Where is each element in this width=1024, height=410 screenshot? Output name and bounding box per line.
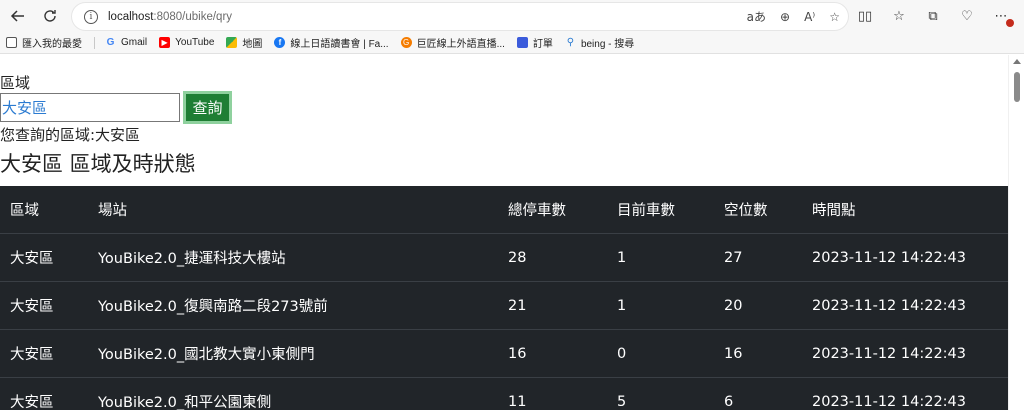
header-station: 場站 (98, 203, 127, 219)
search-icon: ⚲ (566, 37, 575, 48)
cell-total-spaces: 28 (508, 249, 527, 266)
cell-total-spaces: 16 (508, 345, 527, 362)
favorites-icon[interactable]: ☆ (890, 7, 908, 25)
browser-toolbar: i localhost:8080/ubike/qry aあ ⊕ A⁾ ☆ ▯▯ … (0, 0, 1024, 32)
area-label: 區域 (0, 74, 31, 92)
cell-empty-spaces: 27 (724, 249, 743, 266)
cell-timestamp: 2023-11-12 14:22:43 (812, 297, 966, 314)
page-heading: 大安區 區域及時狀態 (0, 152, 196, 176)
cell-station: YouBike2.0_復興南路二段273號前 (98, 299, 328, 315)
cell-timestamp: 2023-11-12 14:22:43 (812, 393, 966, 410)
refresh-button[interactable] (34, 0, 66, 32)
back-button[interactable] (2, 0, 34, 32)
area-input[interactable] (0, 93, 180, 122)
bookmark-language-course[interactable]: G 巨匠線上外語直播... (400, 35, 505, 50)
scroll-up-arrow-icon[interactable] (1013, 59, 1021, 64)
google-icon: G (106, 37, 115, 48)
address-bar[interactable]: i localhost:8080/ubike/qry aあ ⊕ A⁾ ☆ (72, 3, 848, 30)
page-content: 區域 查詢 您查詢的區域:大安區 大安區 區域及時狀態 區域 場站 總停車數 目… (0, 55, 1008, 410)
cell-total-spaces: 21 (508, 297, 527, 314)
split-screen-icon[interactable]: ▯▯ (856, 7, 874, 25)
header-timestamp: 時間點 (812, 203, 856, 219)
query-button[interactable]: 查詢 (183, 91, 232, 124)
bookmark-import-favorites[interactable]: 匯入我的最愛 (6, 35, 82, 50)
bookmark-gmail[interactable]: G Gmail (105, 37, 148, 48)
zoom-icon[interactable]: ⊕ (780, 10, 790, 24)
cell-total-spaces: 11 (508, 393, 527, 410)
cell-current-bikes: 1 (617, 297, 627, 314)
bookmark-maps[interactable]: 地圖 (226, 35, 262, 50)
header-district: 區域 (10, 203, 39, 219)
cell-empty-spaces: 16 (724, 345, 743, 362)
settings-more-icon[interactable]: ⋯ (992, 7, 1014, 27)
header-current-bikes: 目前車數 (617, 203, 675, 219)
cell-empty-spaces: 6 (724, 393, 734, 410)
bookmark-facebook[interactable]: f 線上日語讀書會 | Fa... (274, 35, 389, 50)
back-arrow-icon (10, 10, 24, 22)
cell-station: YouBike2.0_和平公園東側 (98, 395, 272, 410)
browser-essentials-icon[interactable]: ♡ (958, 7, 976, 25)
cell-timestamp: 2023-11-12 14:22:43 (812, 345, 966, 362)
header-total-spaces: 總停車數 (508, 203, 566, 219)
table-row: 大安區 YouBike2.0_捷運科技大樓站 28 1 27 2023-11-1… (0, 234, 1008, 282)
bookmark-orders[interactable]: 訂單 (516, 35, 553, 50)
youtube-icon: ▶ (159, 37, 171, 48)
cell-district: 大安區 (10, 347, 54, 363)
cell-current-bikes: 1 (617, 249, 627, 266)
site-info-icon[interactable]: i (84, 9, 98, 24)
cell-district: 大安區 (10, 251, 54, 267)
book-icon (516, 37, 528, 48)
folder-icon (6, 37, 17, 48)
maps-icon (226, 37, 238, 48)
query-result-text: 您查詢的區域:大安區 (0, 126, 141, 144)
cell-district: 大安區 (10, 395, 54, 410)
bookmark-youtube[interactable]: ▶ YouTube (159, 37, 214, 48)
notification-dot (1006, 19, 1014, 27)
status-table: 區域 場站 總停車數 目前車數 空位數 時間點 大安區 YouBike2.0_捷… (0, 186, 1008, 410)
scrollbar-thumb[interactable] (1014, 72, 1020, 102)
bookmarks-bar: 匯入我的最愛 G Gmail ▶ YouTube 地圖 f 線上日語讀書會 | … (0, 32, 1024, 54)
table-row: 大安區 YouBike2.0_國北教大實小東側門 16 0 16 2023-11… (0, 330, 1008, 378)
text-size-icon[interactable]: A⁾ (804, 10, 815, 24)
table-row: 大安區 YouBike2.0_復興南路二段273號前 21 1 20 2023-… (0, 282, 1008, 330)
read-aloud-icon[interactable]: aあ (747, 8, 766, 25)
table-header-row: 區域 場站 總停車數 目前車數 空位數 時間點 (0, 186, 1008, 234)
cell-current-bikes: 5 (617, 393, 627, 410)
bookmark-bing-search[interactable]: ⚲ being - 搜尋 (565, 35, 635, 50)
refresh-icon (44, 10, 56, 22)
cell-timestamp: 2023-11-12 14:22:43 (812, 249, 966, 266)
cell-station: YouBike2.0_國北教大實小東側門 (98, 347, 315, 363)
favorite-star-icon[interactable]: ☆ (829, 10, 840, 24)
cell-station: YouBike2.0_捷運科技大樓站 (98, 251, 286, 267)
cell-empty-spaces: 20 (724, 297, 743, 314)
header-empty-spaces: 空位數 (724, 203, 768, 219)
orange-g-icon: G (400, 37, 412, 48)
address-url[interactable]: localhost:8080/ubike/qry (108, 11, 232, 23)
page-scrollbar[interactable] (1008, 55, 1024, 410)
cell-current-bikes: 0 (617, 345, 627, 362)
collections-icon[interactable]: ⧉ (924, 7, 942, 25)
facebook-icon: f (274, 37, 286, 48)
cell-district: 大安區 (10, 299, 54, 315)
table-row: 大安區 YouBike2.0_和平公園東側 11 5 6 2023-11-12 … (0, 378, 1008, 410)
bookmark-separator (94, 36, 95, 49)
